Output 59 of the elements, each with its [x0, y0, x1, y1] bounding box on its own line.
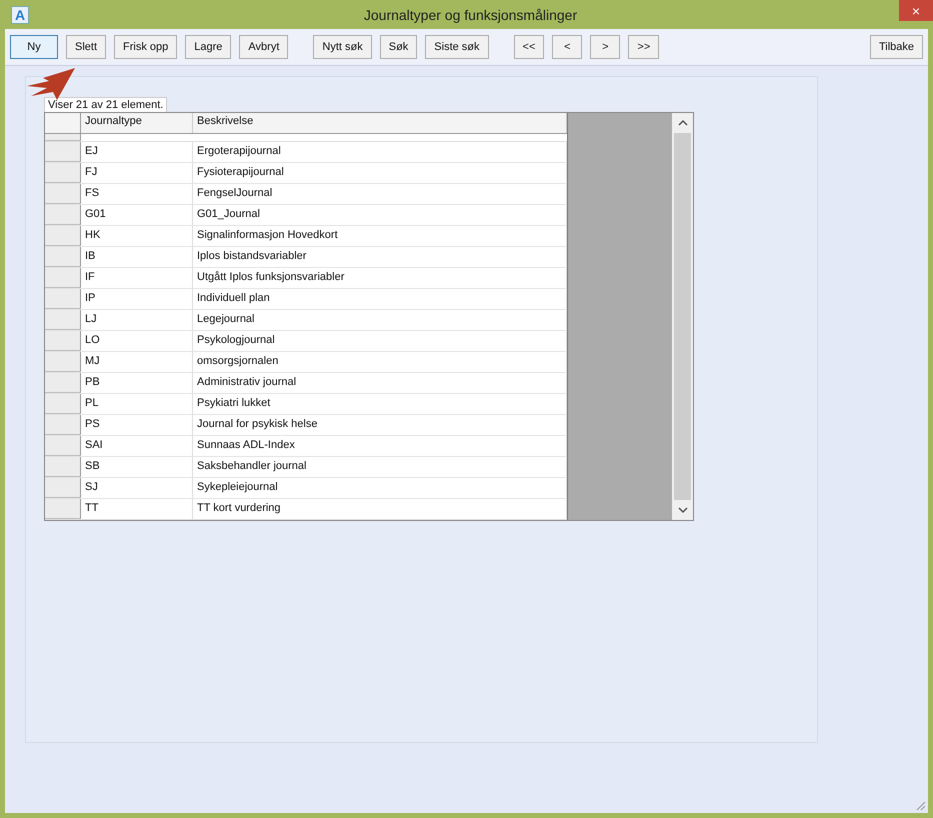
- table-cell: SB: [81, 457, 193, 477]
- row-header[interactable]: [45, 163, 81, 183]
- table-cell: FJ: [81, 163, 193, 183]
- table-cell: PB: [81, 373, 193, 393]
- column-header[interactable]: Journaltype: [81, 113, 193, 133]
- scroll-down-icon[interactable]: [678, 506, 688, 514]
- row-header[interactable]: [45, 478, 81, 498]
- row-header[interactable]: [45, 499, 81, 519]
- table-cell: LJ: [81, 310, 193, 330]
- row-header[interactable]: [45, 310, 81, 330]
- table-cell: PL: [81, 394, 193, 414]
- row-header[interactable]: [45, 331, 81, 351]
- table-cell: TT: [81, 499, 193, 519]
- table-cell: IF: [81, 268, 193, 288]
- table-cell: HK: [81, 226, 193, 246]
- toolbar-button[interactable]: Søk: [380, 35, 418, 59]
- row-header[interactable]: [45, 457, 81, 477]
- table-cell: PS: [81, 415, 193, 435]
- status-label: Viser 21 av 21 element.: [44, 97, 168, 112]
- table-cell: SJ: [81, 478, 193, 498]
- app-icon: A: [11, 6, 29, 24]
- table-cell: FS: [81, 184, 193, 204]
- toolbar-button[interactable]: Slett: [66, 35, 106, 59]
- toolbar-button[interactable]: Tilbake: [870, 35, 923, 59]
- table-cell: EJ: [81, 142, 193, 162]
- scroll-up-icon[interactable]: [678, 119, 688, 127]
- toolbar-button[interactable]: <: [552, 35, 582, 59]
- toolbar-button[interactable]: Nytt søk: [313, 35, 372, 59]
- toolbar-button[interactable]: Lagre: [185, 35, 232, 59]
- row-header[interactable]: [45, 205, 81, 225]
- row-header[interactable]: [45, 415, 81, 435]
- table-cell: IB: [81, 247, 193, 267]
- row-header[interactable]: [45, 373, 81, 393]
- table-cell: SAI: [81, 436, 193, 456]
- scrollbar-thumb[interactable]: [674, 133, 692, 500]
- toolbar-button[interactable]: >: [590, 35, 620, 59]
- row-header[interactable]: [45, 289, 81, 309]
- toolbar-button[interactable]: <<: [514, 35, 544, 59]
- row-header[interactable]: [45, 184, 81, 204]
- row-header[interactable]: [45, 394, 81, 414]
- toolbar-button[interactable]: Avbryt: [239, 35, 288, 59]
- toolbar-button[interactable]: Frisk opp: [114, 35, 178, 59]
- row-header[interactable]: [45, 268, 81, 288]
- toolbar-button[interactable]: Ny: [10, 35, 58, 59]
- vertical-scrollbar[interactable]: [672, 113, 693, 520]
- resize-grip-icon[interactable]: [916, 801, 926, 811]
- table-cell: LO: [81, 331, 193, 351]
- row-header[interactable]: [45, 226, 81, 246]
- window-title: Journaltyper og funksjonsmålinger: [362, 6, 578, 22]
- row-header[interactable]: [45, 142, 81, 162]
- row-header[interactable]: [45, 247, 81, 267]
- close-button[interactable]: ×: [899, 0, 933, 21]
- toolbar-button[interactable]: >>: [628, 35, 660, 59]
- row-header[interactable]: [45, 436, 81, 456]
- toolbar-button[interactable]: Siste søk: [425, 35, 489, 59]
- row-header[interactable]: [45, 352, 81, 372]
- table-cell: MJ: [81, 352, 193, 372]
- table-cell: IP: [81, 289, 193, 309]
- table-cell: G01: [81, 205, 193, 225]
